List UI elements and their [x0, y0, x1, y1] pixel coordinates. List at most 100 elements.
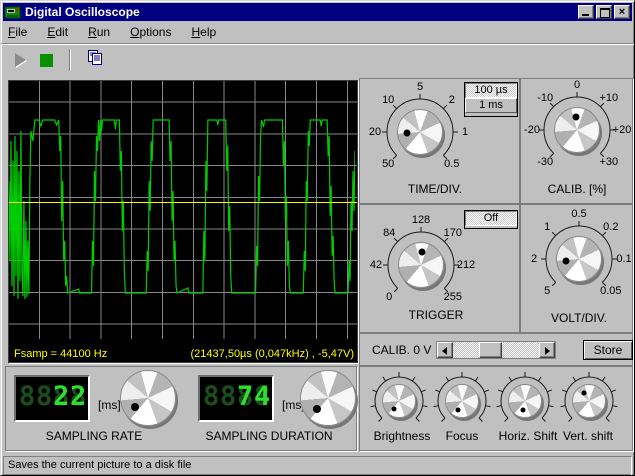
knob-scale-label: 42 — [370, 259, 382, 271]
knob-face[interactable] — [300, 370, 356, 426]
knob-scale-label: 0.5 — [571, 208, 586, 220]
scrollbar-track[interactable] — [453, 342, 539, 358]
sampling-rate-display: 888282 — [14, 375, 90, 422]
calib-zero-label: CALIB. 0 V — [372, 343, 431, 357]
led-digit: 82 — [70, 379, 85, 414]
knob-indicator-dot — [131, 403, 139, 411]
vertical-shift-caption: Vert. shift — [563, 429, 613, 443]
app-window: Digital Oscilloscope × File Edit Run Opt… — [0, 0, 635, 476]
close-icon: × — [615, 6, 629, 18]
knob-face[interactable] — [508, 384, 542, 418]
knob-scale-label: 84 — [383, 227, 395, 239]
knob-indicator-dot — [418, 249, 425, 256]
minimize-button[interactable] — [578, 5, 594, 19]
trigger-off-button[interactable]: Off — [465, 211, 517, 226]
knob-scale-label: +10 — [599, 92, 618, 104]
menu-edit[interactable]: Edit — [47, 25, 68, 39]
scrollbar-thumb[interactable] — [479, 342, 502, 358]
menu-help[interactable]: Help — [191, 25, 216, 39]
timebase-buttons: 100 µs 1 ms — [464, 82, 518, 117]
knob-scale-label: 20 — [369, 126, 381, 138]
knob-scale-label: 2 — [531, 253, 537, 265]
display-controls-panel: Brightness Focus Horiz. Shift Vert. shif… — [359, 366, 633, 451]
knob-scale-label: 0.05 — [600, 285, 621, 297]
knob-scale-label: 10 — [382, 94, 394, 106]
knob-scale-label: 1 — [544, 221, 550, 233]
scrollbar-left-button[interactable] — [437, 342, 453, 358]
maximize-icon — [600, 8, 610, 18]
menu-options[interactable]: Options — [130, 25, 171, 39]
knob-scale-label: -10 — [537, 92, 553, 104]
knob-indicator-dot — [404, 129, 411, 136]
cursor-readout: (21437,50µs (0,047kHz) , -5,47V) — [191, 348, 354, 360]
sampling-duration-caption: SAMPLING DURATION — [205, 429, 332, 443]
knob-scale-label: 0 — [574, 79, 580, 91]
toolbar — [1, 44, 634, 76]
knob-face[interactable] — [382, 384, 416, 418]
knob-scale-label: 0.1 — [616, 253, 631, 265]
stop-icon[interactable] — [40, 54, 53, 67]
main-area: Fsamp = 44100 Hz (21437,50µs (0,047kHz) … — [1, 76, 634, 454]
knob-scale-label: 50 — [382, 158, 394, 170]
sampling-rate-caption: SAMPLING RATE — [46, 429, 142, 443]
voltdiv-group: 5 2 1 0.5 0.2 0.1 0.05 VOLT/DIV. — [520, 204, 633, 333]
knob-scale-label: -20 — [524, 124, 540, 136]
close-button[interactable]: × — [614, 5, 630, 19]
knob-scale-label: 170 — [444, 227, 462, 239]
trigger-level-line — [9, 202, 357, 203]
timebase-1ms-button[interactable]: 1 ms — [465, 98, 517, 113]
knob-scale-label: +20 — [613, 124, 632, 136]
focus-caption: Focus — [446, 429, 479, 443]
waveform-trace — [9, 81, 355, 341]
knob-scale-label: +30 — [599, 156, 618, 168]
scope-status-row: Fsamp = 44100 Hz (21437,50µs (0,047kHz) … — [14, 348, 354, 360]
app-icon — [5, 6, 21, 19]
store-button[interactable]: Store — [583, 340, 633, 360]
menu-bar: File Edit Run Options Help — [1, 21, 634, 44]
led-digit: 8 — [203, 379, 218, 414]
knob-indicator-dot — [572, 114, 579, 121]
voltdiv-caption: VOLT/DIV. — [551, 311, 607, 325]
menu-file[interactable]: File — [8, 25, 27, 39]
knob-indicator-dot — [313, 405, 321, 413]
knob-scale-label: -30 — [537, 156, 553, 168]
led-digit: 8 — [19, 379, 34, 414]
knob-scale-label: 5 — [544, 285, 550, 297]
knob-scale-label: 1 — [462, 126, 468, 138]
timebase-100us-button[interactable]: 100 µs — [465, 83, 517, 98]
right-arrow-icon — [545, 347, 550, 355]
sampling-panel: 888282 [ms] SAMPLING RATE 888784 [ms] SA… — [5, 366, 357, 451]
knob-face[interactable] — [445, 384, 479, 418]
knob-scale-label: 255 — [444, 291, 462, 303]
knob-indicator-dot — [520, 407, 525, 412]
play-icon[interactable] — [15, 53, 26, 67]
status-bar: Saves the current picture to a disk file — [3, 456, 632, 476]
maximize-button[interactable] — [596, 5, 612, 19]
knob-scale-label: 0.5 — [444, 158, 459, 170]
led-digit: 87 — [237, 379, 252, 414]
copy-icon[interactable] — [86, 49, 103, 71]
led-digit: 8 — [220, 379, 235, 414]
calib-percent-caption: CALIB. [%] — [548, 182, 607, 196]
trigger-off-container: Off — [464, 210, 518, 229]
knob-scale-label: 0 — [386, 291, 392, 303]
led-digit: 82 — [53, 379, 68, 414]
minimize-icon — [582, 14, 589, 16]
knob-scale-label: 0.2 — [603, 221, 618, 233]
scrollbar-right-button[interactable] — [539, 342, 555, 358]
scope-display[interactable]: Fsamp = 44100 Hz (21437,50µs (0,047kHz) … — [8, 80, 358, 363]
fsamp-readout: Fsamp = 44100 Hz — [14, 348, 107, 360]
knob-face[interactable] — [572, 384, 606, 418]
left-arrow-icon — [442, 347, 447, 355]
knob-indicator-dot — [563, 257, 570, 264]
knob-scale-label: 5 — [417, 81, 423, 93]
led-digit: 8 — [36, 379, 51, 414]
window-title: Digital Oscilloscope — [25, 5, 574, 19]
timediv-group: 5020105210.5 TIME/DIV. 100 µs 1 ms — [359, 78, 520, 204]
knob-indicator-dot — [456, 407, 461, 412]
knob-face[interactable] — [120, 370, 176, 426]
timediv-caption: TIME/DIV. — [408, 182, 462, 196]
sampling-rate-unit: [ms] — [98, 398, 121, 412]
menu-run[interactable]: Run — [88, 25, 110, 39]
calib-scrollbar — [436, 341, 556, 359]
